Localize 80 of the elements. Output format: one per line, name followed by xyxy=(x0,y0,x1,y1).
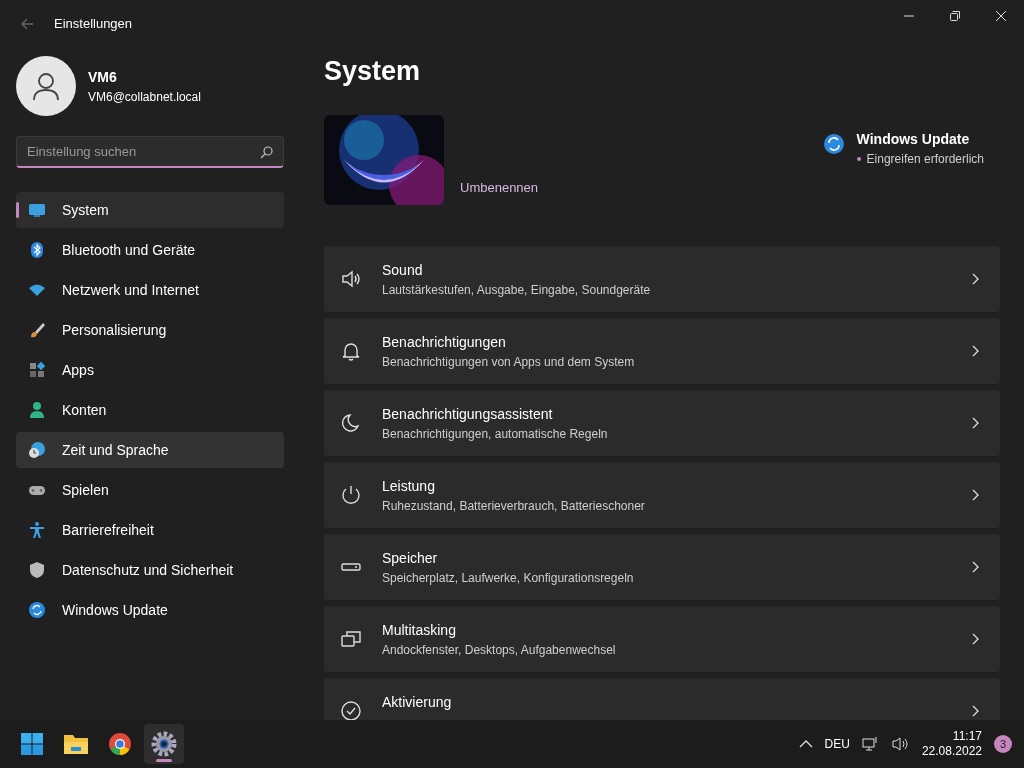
sidebar-item[interactable]: System xyxy=(16,192,284,228)
chevron-right-icon xyxy=(970,417,980,429)
moon-icon xyxy=(340,412,362,434)
settings-card[interactable]: Aktivierung xyxy=(324,678,1000,720)
card-title: Benachrichtigungen xyxy=(382,333,507,352)
card-subtitle: Ruhezustand, Batterieverbrauch, Batterieschoner xyxy=(382,498,646,515)
brush-icon xyxy=(28,321,46,339)
user-name: VM6 xyxy=(88,67,118,87)
power-icon xyxy=(340,484,362,506)
settings-card[interactable]: Benachrichtigungen Benachrichtigungen von Apps und dem System xyxy=(324,318,1000,384)
close-icon xyxy=(996,11,1006,21)
card-title: Multitasking xyxy=(382,621,457,640)
window-title: Einstellungen xyxy=(54,15,133,34)
monitor-icon xyxy=(28,201,46,219)
sidebar-item[interactable]: Konten xyxy=(16,392,284,428)
settings-card[interactable]: Sound Lautstärkestufen, Ausgabe, Eingabe, Soundgeräte xyxy=(324,246,1000,312)
sidebar-item[interactable]: Zeit und Sprache xyxy=(16,432,284,468)
sidebar-item[interactable]: Barrierefreiheit xyxy=(16,512,284,548)
update-icon xyxy=(822,132,845,155)
speaker-icon[interactable] xyxy=(891,736,910,752)
taskbar-app[interactable] xyxy=(144,724,184,764)
chevron-right-icon xyxy=(970,345,980,357)
card-title: Speicher xyxy=(382,549,439,568)
update-title: Windows Update xyxy=(856,129,971,149)
card-subtitle: Benachrichtigungen, automatische Regeln xyxy=(382,426,609,443)
settings-card[interactable]: Benachrichtigungsassistent Benachrichtigungen, automatische Regeln xyxy=(324,390,1000,456)
settings-card[interactable]: Leistung Ruhezustand, Batterieverbrauch, Batterieschoner xyxy=(324,462,1000,528)
speaker-icon xyxy=(340,268,362,290)
card-subtitle: Speicherplatz, Laufwerke, Konfigurationsregeln xyxy=(382,570,635,587)
card-subtitle: Benachrichtigungen von Apps und dem System xyxy=(382,354,636,371)
active-indicator xyxy=(156,759,172,762)
rename-link[interactable]: Umbenennen xyxy=(460,177,539,197)
settings-card[interactable]: Speicher Speicherplatz, Laufwerke, Konfigurationsregeln xyxy=(324,534,1000,600)
sidebar-item[interactable]: Netzwerk und Internet xyxy=(16,272,284,308)
selection-indicator xyxy=(16,202,19,218)
folder-icon xyxy=(63,732,89,756)
gear-icon xyxy=(151,731,177,757)
card-subtitle: Lautstärkestufen, Ausgabe, Eingabe, Soundgeräte xyxy=(382,282,652,299)
settings-card[interactable]: Multitasking Andockfenster, Desktops, Aufgabenwechsel xyxy=(324,606,1000,672)
clock-time[interactable]: 11:17 xyxy=(952,729,982,744)
bluetooth-icon xyxy=(28,241,46,259)
card-title: Aktivierung xyxy=(382,693,453,712)
chevron-right-icon xyxy=(970,705,980,717)
search-field[interactable]: Einstellung suchen xyxy=(16,136,284,168)
person-icon xyxy=(28,401,46,419)
back-arrow-icon[interactable] xyxy=(20,17,34,31)
chevron-right-icon xyxy=(970,561,980,573)
network-icon[interactable] xyxy=(861,736,880,752)
apps-icon xyxy=(28,361,46,379)
chevron-right-icon xyxy=(970,273,980,285)
shield-icon xyxy=(28,561,46,579)
search-icon[interactable] xyxy=(260,145,274,159)
card-title: Sound xyxy=(382,261,424,280)
sidebar-item[interactable]: Datenschutz und Sicherheit xyxy=(16,552,284,588)
update-status: Eingreifen erforderlich xyxy=(866,150,984,168)
page-title: System xyxy=(324,58,422,85)
card-title: Benachrichtigungsassistent xyxy=(382,405,554,424)
chevron-right-icon xyxy=(970,633,980,645)
person-icon xyxy=(31,71,61,101)
windows-icon xyxy=(340,628,362,650)
restore-icon xyxy=(950,11,960,21)
accessibility-icon xyxy=(28,521,46,539)
clock-date[interactable]: 22.08.2022 xyxy=(921,744,982,759)
chevron-right-icon xyxy=(970,489,980,501)
card-subtitle: Andockfenster, Desktops, Aufgabenwechsel xyxy=(382,642,617,659)
sidebar-item[interactable]: Bluetooth und Geräte xyxy=(16,232,284,268)
notification-badge[interactable]: 3 xyxy=(994,735,1012,753)
bell-icon xyxy=(340,340,362,362)
language-indicator[interactable]: DEU xyxy=(824,735,850,753)
browser-icon xyxy=(108,732,132,756)
sidebar-item[interactable]: Personalisierung xyxy=(16,312,284,348)
windows-logo-icon xyxy=(20,732,44,756)
sidebar-item[interactable]: Spielen xyxy=(16,472,284,508)
globe-clock-icon xyxy=(28,441,46,459)
update-icon xyxy=(28,601,46,619)
card-title: Leistung xyxy=(382,477,436,496)
sidebar-item[interactable]: Windows Update xyxy=(16,592,284,628)
sidebar-item[interactable]: Apps xyxy=(16,352,284,388)
chevron-up-icon[interactable] xyxy=(798,739,813,749)
user-email: VM6@collabnet.local xyxy=(88,88,201,106)
